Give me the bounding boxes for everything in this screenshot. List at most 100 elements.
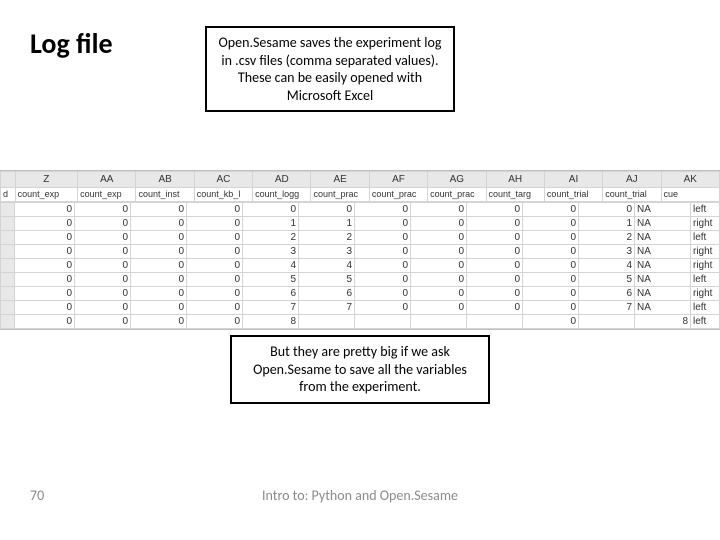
field-name: count_prac xyxy=(311,188,369,202)
cell: 0 xyxy=(131,273,187,287)
cell: 1 xyxy=(299,217,355,231)
cell: 0 xyxy=(411,245,467,259)
cell: NA xyxy=(635,259,691,273)
cell: 0 xyxy=(75,273,131,287)
cell xyxy=(355,315,411,329)
cell: 0 xyxy=(523,273,579,287)
cell: 0 xyxy=(355,273,411,287)
table-row: 00002200002NAleft xyxy=(1,231,720,245)
cell xyxy=(579,315,635,329)
cell: 0 xyxy=(131,203,187,217)
table-row: 00004400004NAright xyxy=(1,259,720,273)
cell: 0 xyxy=(411,231,467,245)
field-name: count_exp xyxy=(78,188,136,202)
cell: 2 xyxy=(299,231,355,245)
col-letter: AI xyxy=(544,172,602,188)
cell: 5 xyxy=(299,273,355,287)
field-name: d xyxy=(1,188,16,202)
cell: 5 xyxy=(243,273,299,287)
cell: 0 xyxy=(355,259,411,273)
cell: left xyxy=(691,273,720,287)
cell: 0 xyxy=(355,287,411,301)
cell: NA xyxy=(635,203,691,217)
cell: 0 xyxy=(187,245,243,259)
col-corner xyxy=(1,172,16,188)
cell: 0 xyxy=(523,217,579,231)
cell: 0 xyxy=(243,203,299,217)
row-head xyxy=(1,203,15,217)
cell: NA xyxy=(635,245,691,259)
cell: 0 xyxy=(187,259,243,273)
cell: NA xyxy=(635,301,691,315)
cell: 7 xyxy=(299,301,355,315)
cell: 5 xyxy=(579,273,635,287)
row-head xyxy=(1,217,15,231)
cell: 0 xyxy=(411,217,467,231)
cell: 0 xyxy=(411,287,467,301)
table-row: 00000000000NAleft xyxy=(1,203,720,217)
cell: left xyxy=(691,203,720,217)
cell: right xyxy=(691,259,720,273)
cell: 3 xyxy=(243,245,299,259)
cell: 2 xyxy=(243,231,299,245)
cell: 0 xyxy=(131,301,187,315)
cell: 6 xyxy=(243,287,299,301)
row-head xyxy=(1,315,15,329)
cell: 0 xyxy=(467,287,523,301)
col-letter: AA xyxy=(78,172,136,188)
cell: left xyxy=(691,231,720,245)
cell: 0 xyxy=(75,315,131,329)
cell: 8 xyxy=(243,315,299,329)
cell: 0 xyxy=(131,217,187,231)
cell: 0 xyxy=(75,231,131,245)
cell: 3 xyxy=(579,245,635,259)
table-row: 0000808left xyxy=(1,315,720,329)
column-letter-row: Z AA AB AC AD AE AF AG AH AI AJ AK xyxy=(1,172,720,188)
cell: 4 xyxy=(243,259,299,273)
cell: 6 xyxy=(299,287,355,301)
cell: 0 xyxy=(411,301,467,315)
cell: 0 xyxy=(15,301,75,315)
cell: 7 xyxy=(579,301,635,315)
callout-top: Open.Sesame saves the experiment log in … xyxy=(205,26,455,112)
cell: 8 xyxy=(635,315,691,329)
cell: 7 xyxy=(243,301,299,315)
col-letter: AB xyxy=(136,172,194,188)
cell: 0 xyxy=(131,231,187,245)
cell: 0 xyxy=(187,203,243,217)
cell: 0 xyxy=(579,203,635,217)
cell: 0 xyxy=(355,245,411,259)
field-name: count_exp xyxy=(15,188,78,202)
cell: 0 xyxy=(467,231,523,245)
field-name: count_targ xyxy=(486,188,544,202)
cell: 0 xyxy=(187,315,243,329)
cell: 0 xyxy=(467,245,523,259)
cell: 0 xyxy=(75,259,131,273)
cell: 0 xyxy=(523,259,579,273)
cell: 0 xyxy=(523,245,579,259)
cell: 0 xyxy=(187,231,243,245)
cell: 2 xyxy=(579,231,635,245)
cell: 1 xyxy=(243,217,299,231)
col-letter: AJ xyxy=(603,172,661,188)
cell: 0 xyxy=(467,217,523,231)
cell: 0 xyxy=(355,231,411,245)
cell: 0 xyxy=(75,301,131,315)
col-letter: AC xyxy=(194,172,252,188)
table-row: 00001100001NAright xyxy=(1,217,720,231)
field-name: count_inst xyxy=(136,188,194,202)
cell: 0 xyxy=(467,203,523,217)
cell xyxy=(299,315,355,329)
cell: 0 xyxy=(299,203,355,217)
table-row: 00006600006NAright xyxy=(1,287,720,301)
cell: 0 xyxy=(411,203,467,217)
cell: 0 xyxy=(187,273,243,287)
row-head xyxy=(1,273,15,287)
cell: 0 xyxy=(15,287,75,301)
cell: 0 xyxy=(467,273,523,287)
cell: 6 xyxy=(579,287,635,301)
cell: right xyxy=(691,287,720,301)
cell: 0 xyxy=(75,203,131,217)
col-letter: AE xyxy=(311,172,369,188)
cell: 1 xyxy=(579,217,635,231)
